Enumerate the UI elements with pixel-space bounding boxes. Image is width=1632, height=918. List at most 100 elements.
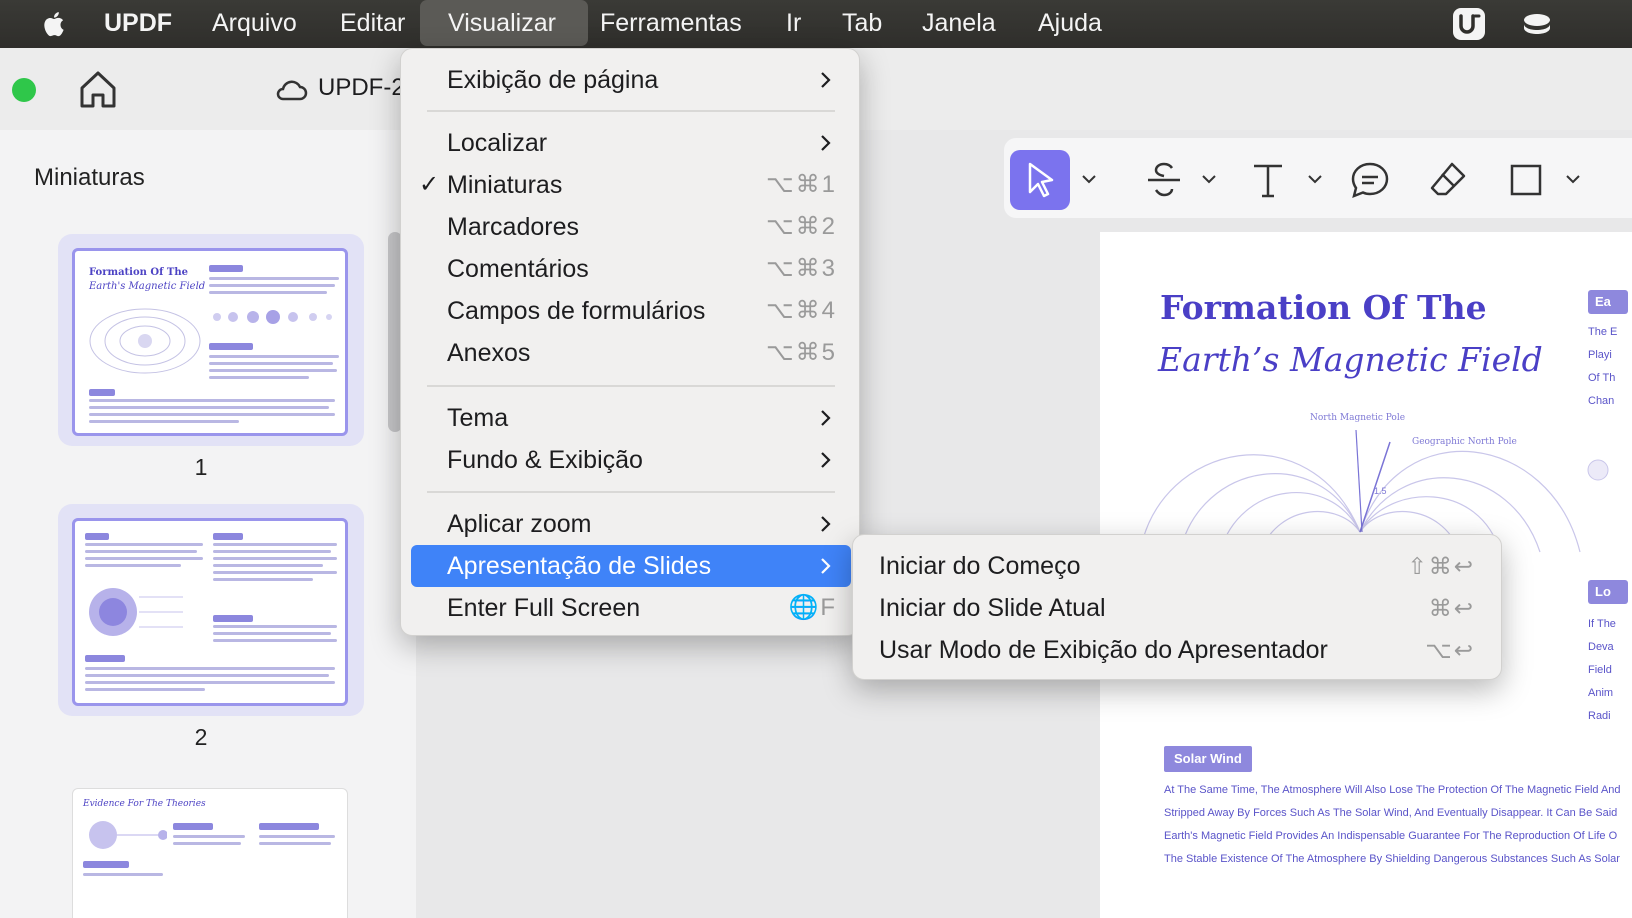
submenu-item-iniciar-do-slide-atual[interactable]: Iniciar do Slide Atual ⌘↩ (863, 587, 1493, 629)
chevron-down-icon[interactable] (1564, 172, 1582, 186)
comment-tool-button[interactable] (1340, 150, 1400, 210)
paragraph-line: Earth's Magnetic Field Provides An Indis… (1164, 830, 1618, 842)
thumbnail-title: Evidence For The Theories (83, 799, 206, 809)
chevron-right-icon (821, 558, 831, 574)
side-text-line: Anim (1588, 687, 1614, 699)
checkmark-icon: ✓ (419, 171, 440, 198)
text-tool-button[interactable] (1238, 150, 1298, 210)
submenu-item-iniciar-do-comeco[interactable]: Iniciar do Começo ⇧⌘↩ (863, 545, 1493, 587)
side-text-line: If The (1588, 618, 1616, 630)
page-title: Formation Of The (1160, 288, 1487, 327)
menu-item-anexos[interactable]: Anexos ⌥⌘5 (411, 332, 851, 374)
chevron-down-icon[interactable] (1080, 172, 1098, 186)
paragraph-line: At The Same Time, The Atmosphere Will Al… (1164, 784, 1621, 796)
eraser-tool-button[interactable] (1418, 150, 1478, 210)
menu-item-label: Miniaturas (447, 171, 563, 199)
geographic-north-label: Geographic North Pole (1412, 437, 1517, 447)
menu-janela[interactable]: Janela (912, 0, 1006, 46)
menu-item-tema[interactable]: Tema (411, 397, 851, 439)
menu-item-localizar[interactable]: Localizar (411, 122, 851, 164)
menu-item-label: Iniciar do Começo (879, 552, 1081, 580)
menu-item-label: Usar Modo de Exibição do Apresentador (879, 636, 1328, 664)
menu-arquivo[interactable]: Arquivo (202, 0, 307, 46)
menu-item-campos-de-formularios[interactable]: Campos de formulários ⌥⌘4 (411, 290, 851, 332)
shape-tool-button[interactable] (1496, 150, 1556, 210)
select-tool-button[interactable] (1010, 150, 1070, 210)
menu-item-shortcut: ⌘↩ (1428, 595, 1475, 621)
chevron-right-icon (821, 72, 831, 88)
menu-item-label: Apresentação de Slides (447, 552, 712, 580)
menu-item-label: Marcadores (447, 213, 579, 241)
side-text-line: Chan (1588, 395, 1615, 407)
thumbnail-page-1[interactable]: Formation Of The Earth's Magnetic Field (58, 234, 364, 446)
menu-item-label: Comentários (447, 255, 589, 283)
section-tag: Ea (1588, 290, 1628, 314)
chevron-down-icon[interactable] (1306, 172, 1324, 186)
zoom-window-button[interactable] (12, 78, 36, 102)
updf-status-icon[interactable] (1452, 7, 1486, 41)
menu-item-miniaturas[interactable]: ✓ Miniaturas ⌥⌘1 (411, 164, 851, 206)
menu-item-shortcut: ⌥⌘3 (765, 255, 837, 282)
apple-icon[interactable] (40, 9, 70, 39)
menu-item-comentarios[interactable]: Comentários ⌥⌘3 (411, 248, 851, 290)
menu-item-shortcut: ⌥↩ (1425, 637, 1475, 663)
menu-item-label: Exibição de página (447, 66, 659, 94)
menu-separator (427, 110, 835, 112)
menu-app-name[interactable]: UPDF (94, 0, 182, 46)
menu-item-fundo-exibicao[interactable]: Fundo & Exibição (411, 439, 851, 481)
thumbnail-page-2[interactable] (58, 504, 364, 716)
thumbnail-page-3[interactable]: Evidence For The Theories (58, 774, 364, 918)
visualizar-menu: Exibição de página Localizar ✓ Miniatura… (400, 48, 860, 636)
submenu-item-modo-apresentador[interactable]: Usar Modo de Exibição do Apresentador ⌥↩ (863, 629, 1493, 671)
menu-item-label: Localizar (447, 129, 548, 157)
section-tag: Lo (1588, 580, 1628, 604)
side-text-line: Deva (1588, 641, 1614, 653)
chevron-down-icon[interactable] (1200, 172, 1218, 186)
menu-item-label: Fundo & Exibição (447, 446, 643, 474)
menu-item-marcadores[interactable]: Marcadores ⌥⌘2 (411, 206, 851, 248)
menu-item-label: Enter Full Screen (447, 594, 641, 622)
thumbnail-subtitle: Earth's Magnetic Field (89, 281, 206, 292)
north-magnetic-label: North Magnetic Pole (1310, 413, 1405, 423)
pointer-icon (1028, 162, 1054, 198)
angle-label: 1.5 (1374, 486, 1387, 496)
thumbnail-number-1: 1 (194, 454, 208, 480)
menu-item-exibicao-de-pagina[interactable]: Exibição de página (411, 59, 851, 101)
menu-item-label: Tema (447, 404, 509, 432)
thumbnail-preview (72, 518, 348, 706)
menu-item-enter-full-screen[interactable]: Enter Full Screen 🌐F (411, 587, 851, 629)
side-text-line: Field (1588, 664, 1612, 676)
eraser-icon (1430, 162, 1466, 196)
rectangle-icon (1510, 164, 1542, 196)
text-icon (1254, 164, 1282, 198)
menu-item-label: Campos de formulários (447, 297, 706, 325)
annotation-toolbar (1004, 138, 1632, 218)
sidebar-title: Miniaturas (34, 164, 145, 191)
menu-ir[interactable]: Ir (776, 0, 811, 46)
thumbnail-diagram (89, 588, 183, 636)
page-subtitle: Earth’s Magnetic Field (1158, 340, 1543, 379)
comment-icon (1351, 162, 1389, 199)
home-icon[interactable] (76, 68, 120, 110)
thumbnail-diagram (89, 308, 201, 374)
menu-visualizar[interactable]: Visualizar (420, 0, 588, 46)
menu-tab[interactable]: Tab (832, 0, 892, 46)
cloud-icon[interactable] (274, 76, 308, 102)
menu-bar: UPDF Arquivo Editar Visualizar Ferrament… (0, 0, 1632, 48)
thumbnail-title: Formation Of The (89, 267, 188, 278)
thumbnail-sidebar: Miniaturas Formation Of The Earth's Magn… (0, 130, 416, 918)
menu-item-shortcut: ⌥⌘5 (765, 339, 837, 366)
strikethrough-icon (1148, 162, 1180, 197)
strikethrough-tool-button[interactable] (1134, 150, 1194, 210)
menu-item-apresentacao-de-slides[interactable]: Apresentação de Slides (411, 545, 851, 587)
menu-editar[interactable]: Editar (330, 0, 415, 46)
storage-icon[interactable] (1520, 7, 1554, 41)
menu-item-aplicar-zoom[interactable]: Aplicar zoom (411, 503, 851, 545)
solar-wind-tag: Solar Wind (1164, 746, 1252, 772)
chevron-right-icon (821, 410, 831, 426)
menu-separator (427, 385, 835, 387)
side-diagram-circle (1587, 459, 1609, 481)
menu-ferramentas[interactable]: Ferramentas (590, 0, 752, 46)
menu-item-label: Anexos (447, 339, 531, 367)
menu-ajuda[interactable]: Ajuda (1028, 0, 1112, 46)
